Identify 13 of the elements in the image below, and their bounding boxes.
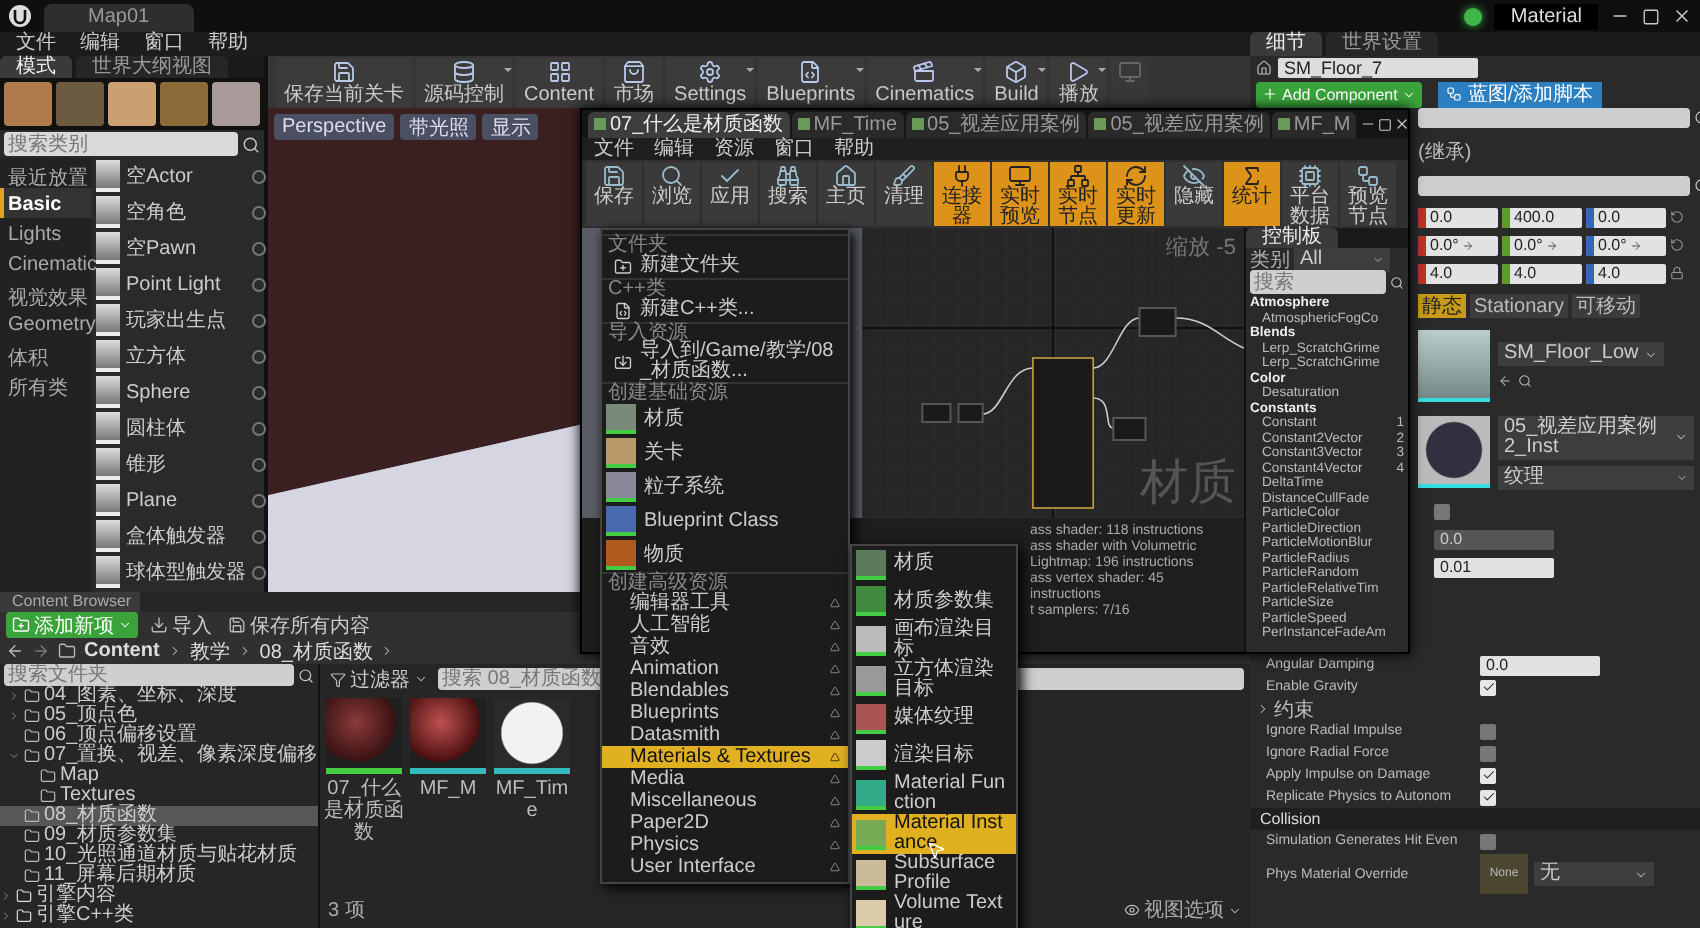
menu-section-header: 导入资源 <box>602 322 848 342</box>
project-label: Material <box>1494 3 1598 29</box>
item-count: 3 项 <box>328 898 365 924</box>
asset-name: 07_什么是材质函数 <box>324 778 404 844</box>
menu-section-header: 创建高级资源 <box>602 572 848 592</box>
zoom-level-label: 缩放 -5 <box>1166 233 1236 262</box>
asset-name: MF_M <box>419 778 477 800</box>
asset-name: MF_Time <box>493 778 571 822</box>
menu-section-header: 创建基础资源 <box>602 382 848 402</box>
inherited-label: (继承) <box>1418 139 1474 166</box>
menu-section-header: C++类 <box>602 278 848 298</box>
menu-section-header: 文件夹 <box>602 234 848 254</box>
category-label: 类别 <box>1250 247 1290 271</box>
